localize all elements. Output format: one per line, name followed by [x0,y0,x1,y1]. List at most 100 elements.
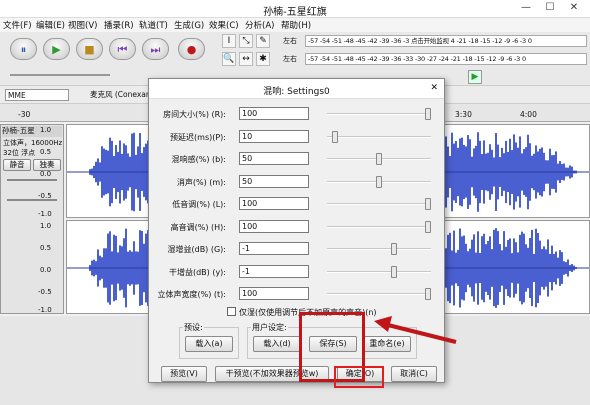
param-slider[interactable] [327,175,431,188]
mic-volume-slider[interactable] [10,74,110,76]
param-slider[interactable] [327,130,431,143]
dialog-titlebar: 混响: Settings0 ✕ [149,79,444,99]
record-button[interactable]: ● [178,38,205,60]
play-button[interactable]: ▶ [43,38,70,60]
dialog-close-icon[interactable]: ✕ [430,83,438,93]
track-control-panel: 孙楠-五星 立体声，16000Hz 32位 浮点 静音 独奏 [0,124,64,314]
pause-icon: ⏸ [20,43,27,56]
stop-button[interactable]: ■ [76,38,103,60]
record-meter[interactable]: -57 -54 -51 -48 -45 -42 -39 -36 -3 点击开始监… [305,35,587,47]
preset-load-button[interactable]: 载入(a) [185,336,233,352]
scale-label: 0.5 [40,244,52,252]
menu-analyze[interactable]: 分析(A) [245,19,274,31]
param-label: 湿增益(dB) (G): [167,245,227,254]
window-title: 孙楠-五星红旗 [263,7,327,18]
scale-label: -1.0 [38,306,52,314]
timeshift-tool-icon[interactable]: ↔ [239,52,253,66]
menu-generate[interactable]: 生成(G) [174,19,204,31]
param-label: 低音调(%) (L): [172,200,226,209]
param-slider-thumb[interactable] [390,265,397,278]
param-slider[interactable] [327,265,431,278]
input-device-select[interactable]: 麦克风 (Conexan [90,89,150,101]
param-slider-thumb[interactable] [425,220,431,233]
user-load-button[interactable]: 载入(d) [253,336,301,352]
skip-start-icon: ⏮ [117,43,128,56]
track-name-button[interactable]: 孙楠-五星 [2,126,62,137]
menu-tracks[interactable]: 轨道(T) [139,19,168,31]
ruler-tick: 3:30 [455,110,472,119]
cancel-button[interactable]: 取消(C) [391,366,437,382]
pause-button[interactable]: ⏸ [10,38,37,60]
param-input[interactable]: -1 [239,242,309,255]
param-slider-thumb[interactable] [425,108,431,120]
param-slider[interactable] [327,243,431,255]
maximize-button[interactable]: ☐ [542,2,558,14]
param-label: 混响感(%) (b): [171,155,226,164]
param-input[interactable]: 100 [239,197,309,210]
menu-file[interactable]: 文件(F) [3,19,32,31]
window-titlebar: 孙楠-五星红旗 — ☐ ✕ [0,0,590,18]
param-slider[interactable] [327,153,431,165]
user-preset-label: 用户设定: [251,322,288,333]
param-label: 干增益(dB) (y): [168,267,226,277]
param-slider[interactable] [327,288,431,300]
zoom-tool-icon[interactable]: 🔍 [222,52,236,66]
close-button[interactable]: ✕ [566,2,582,14]
menu-record[interactable]: 播录(R) [104,19,134,31]
preset-label: 预设: [183,322,204,333]
dialog-title: 混响: Settings0 [263,87,330,97]
param-input[interactable]: 100 [239,219,309,233]
playback-meter[interactable]: -57 -54 -51 -48 -45 -42 -39 -36 -33 -30 … [305,53,587,65]
scale-label: 1.0 [40,222,52,230]
scale-label: 1.0 [40,126,52,134]
minimize-button[interactable]: — [518,2,534,14]
scale-label: -0.5 [38,192,52,200]
track-format-info: 32位 浮点 [3,149,36,157]
param-input[interactable]: 10 [239,129,309,143]
highlight-ok-annotation [334,366,384,388]
param-input[interactable]: 50 [239,174,309,188]
skip-end-button[interactable]: ⏭ [142,38,169,60]
param-slider[interactable] [327,108,431,120]
gain-slider[interactable] [7,179,57,181]
stop-icon: ■ [84,43,95,56]
play-at-speed-icon[interactable]: ▶ [468,70,482,84]
param-label: 消声(%) (m): [176,177,226,187]
param-input[interactable]: 100 [239,287,309,300]
skip-start-button[interactable]: ⏮ [109,38,136,60]
record-icon: ● [186,43,197,56]
mute-button[interactable]: 静音 [3,159,31,171]
preview-button[interactable]: 预览(V) [161,366,207,382]
draw-tool-icon[interactable]: ✎ [256,34,270,48]
ruler-tick: -30 [18,110,31,119]
param-slider-thumb[interactable] [425,288,431,300]
select-tool-icon[interactable]: I [222,34,236,48]
param-input[interactable]: -1 [239,264,309,278]
param-input[interactable]: 100 [239,107,309,120]
param-slider-thumb[interactable] [425,198,431,210]
scale-label: 0.0 [40,170,52,178]
menu-help[interactable]: 帮助(H) [281,19,311,31]
param-slider-thumb[interactable] [376,153,382,165]
param-label: 房间大小(%) (R): [163,110,226,119]
wet-only-checkbox[interactable] [227,307,236,316]
audio-host-select[interactable]: MME [5,89,69,101]
scale-label: 0.5 [40,148,52,156]
param-input[interactable]: 50 [239,152,309,165]
multi-tool-icon[interactable]: ✱ [256,52,270,66]
playback-meter-label: 左右 [283,55,297,63]
param-label: 预延迟(ms)(P): [170,132,226,142]
play-icon: ▶ [52,43,61,56]
param-slider-thumb[interactable] [390,243,397,255]
param-slider[interactable] [327,220,431,233]
envelope-tool-icon[interactable]: ⤡ [239,34,253,48]
param-slider-thumb[interactable] [331,130,338,143]
menu-view[interactable]: 视图(V) [68,19,97,31]
menu-effect[interactable]: 效果(C) [209,19,239,31]
param-label: 高音调(%) (H): [170,222,226,232]
menu-bar: 文件(F) 编辑(E) 视图(V) 播录(R) 轨道(T) 生成(G) 效果(C… [0,18,590,32]
param-label: 立体声宽度(%) (t): [157,290,226,299]
menu-edit[interactable]: 编辑(E) [36,19,65,31]
param-slider-thumb[interactable] [376,175,382,188]
param-slider[interactable] [327,198,431,210]
